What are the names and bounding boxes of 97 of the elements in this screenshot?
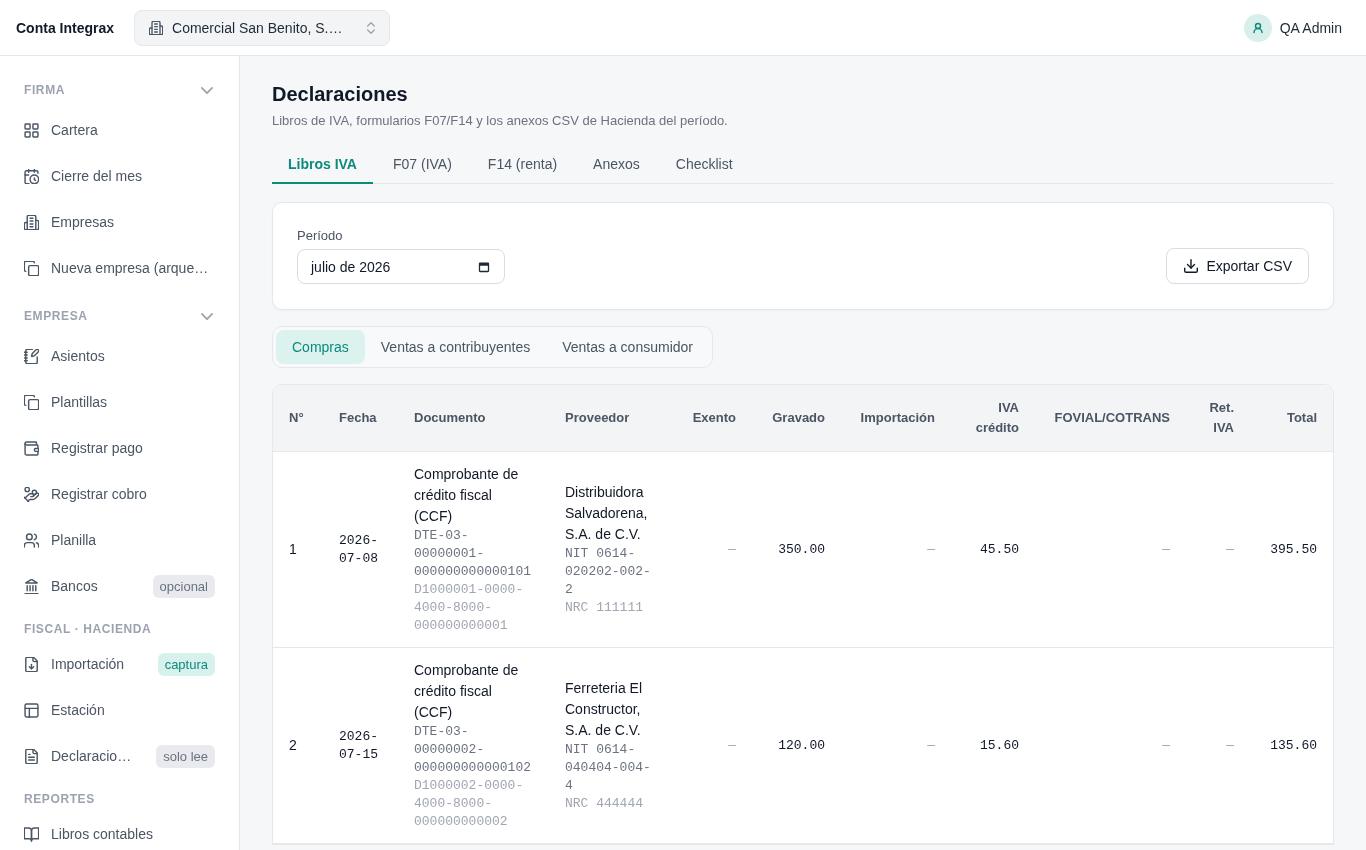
column-header: Documento bbox=[398, 385, 549, 452]
hand-coins-icon bbox=[24, 486, 39, 502]
tab[interactable]: F14 (renta) bbox=[471, 146, 574, 184]
column-header: Importación bbox=[841, 385, 951, 452]
cell-title: Comprobante de crédito fiscal (CCF) bbox=[414, 661, 520, 722]
table-cell: — bbox=[1035, 451, 1186, 648]
table-cell: 350.00 bbox=[752, 451, 841, 648]
book-icon bbox=[24, 826, 39, 842]
item-badge: captura bbox=[157, 652, 215, 676]
layout-icon bbox=[24, 702, 39, 718]
user-avatar-icon bbox=[1243, 13, 1272, 42]
table-cell: — bbox=[673, 451, 752, 648]
column-header: Fecha bbox=[323, 385, 398, 452]
page-title: Declaraciones bbox=[272, 82, 408, 107]
calendar-icon bbox=[478, 260, 490, 273]
cell-title: Ferreteria El Constructor, S.A. de C.V. bbox=[565, 679, 644, 740]
segment-tab[interactable]: Compras bbox=[276, 330, 365, 364]
table-cell: 135.60 bbox=[1250, 647, 1333, 844]
sidebar-item[interactable]: Asientos bbox=[12, 336, 227, 376]
page-subtitle: Libros de IVA, formularios F07/F14 y los anexos CSV de Hacienda del período. bbox=[272, 112, 728, 130]
building-icon bbox=[149, 20, 163, 35]
export-csv-button[interactable]: Exportar CSV bbox=[1166, 248, 1309, 284]
table-cell: 2026-07-08 bbox=[323, 451, 398, 648]
sidebar-item[interactable]: Declaracio… solo lee bbox=[12, 736, 227, 776]
segment-tab[interactable]: Ventas a consumidor bbox=[546, 330, 709, 364]
item-badge: opcional bbox=[152, 574, 215, 598]
table-cell: 2 bbox=[273, 647, 323, 844]
table-cell: — bbox=[841, 451, 951, 648]
chevrons-up-down-icon bbox=[367, 21, 375, 34]
section-label: REPORTES bbox=[24, 791, 95, 808]
cell-detail: DTE-03-00000002-000000000000102 bbox=[414, 723, 533, 777]
sidebar-item[interactable]: Nueva empresa (arque… bbox=[12, 248, 227, 288]
sidebar-item[interactable]: Plantillas bbox=[12, 382, 227, 422]
section-label: FISCAL · HACIENDA bbox=[24, 621, 152, 638]
column-header: Gravado bbox=[752, 385, 841, 452]
cell-detail: D1000001-0000-4000-8000-000000000001 bbox=[414, 581, 525, 635]
copy-icon bbox=[24, 260, 39, 276]
column-header: IVA crédito bbox=[951, 385, 1035, 452]
sidebar-item[interactable]: Registrar cobro bbox=[12, 474, 227, 514]
table-cell: 45.50 bbox=[951, 451, 1035, 648]
sidebar-item[interactable]: Bancos opcional bbox=[12, 566, 227, 606]
table-cell: 395.50 bbox=[1250, 451, 1333, 648]
building-icon bbox=[24, 214, 39, 230]
table-cell: — bbox=[1186, 647, 1250, 844]
tab[interactable]: F07 (IVA) bbox=[376, 146, 468, 184]
app-name: Conta Integrax bbox=[16, 19, 114, 36]
company-selector[interactable]: Comercial San Benito, S.… bbox=[134, 9, 390, 46]
file-download-icon bbox=[24, 656, 39, 672]
table-cell: 15.60 bbox=[951, 647, 1035, 844]
grid-icon bbox=[24, 122, 39, 138]
table-cell: — bbox=[673, 647, 752, 844]
download-icon bbox=[1184, 259, 1199, 273]
column-header: Ret. IVA bbox=[1186, 385, 1250, 452]
copy-icon bbox=[24, 394, 39, 410]
notebook-pen-icon bbox=[24, 348, 39, 364]
segment-tab[interactable]: Ventas a contribuyentes bbox=[364, 330, 547, 364]
item-badge: solo lee bbox=[156, 744, 215, 768]
sidebar-item[interactable]: Estación bbox=[12, 690, 227, 730]
column-header: Exento bbox=[673, 385, 752, 452]
tab[interactable]: Libros IVA bbox=[272, 146, 373, 184]
table-cell: 2026-07-15 bbox=[323, 647, 398, 844]
chevron-down-icon bbox=[201, 86, 213, 94]
table-cell: 120.00 bbox=[752, 647, 841, 844]
column-header: N° bbox=[273, 385, 323, 452]
column-header: FOVIAL/COTRANS bbox=[1035, 385, 1186, 452]
sidebar-item[interactable]: Cartera bbox=[12, 110, 227, 150]
date-field[interactable]: julio de 2026 bbox=[297, 249, 505, 284]
table-cell: 1 bbox=[273, 451, 323, 648]
cell-detail: NIT 0614-040404-004-4 bbox=[565, 741, 652, 795]
sidebar-item[interactable]: Importación captura bbox=[12, 644, 227, 684]
sidebar-item[interactable]: Empresas bbox=[12, 202, 227, 242]
chevron-down-icon bbox=[201, 312, 213, 320]
calendar-clock-icon bbox=[24, 168, 39, 184]
column-header: Total bbox=[1250, 385, 1333, 452]
tab[interactable]: Anexos bbox=[577, 146, 656, 184]
sidebar-item[interactable]: Planilla bbox=[12, 520, 227, 560]
document-icon bbox=[24, 748, 39, 764]
field-label: Período bbox=[297, 227, 343, 245]
bank-icon bbox=[24, 578, 39, 594]
cell-detail: NRC 444444 bbox=[565, 795, 644, 813]
cell-title: Comprobante de crédito fiscal (CCF) bbox=[414, 465, 520, 526]
tab[interactable]: Checklist bbox=[659, 146, 749, 184]
column-header: Proveedor bbox=[549, 385, 673, 452]
sidebar-item[interactable]: Registrar pago bbox=[12, 428, 227, 468]
table-cell: — bbox=[1186, 451, 1250, 648]
wallet-icon bbox=[24, 440, 39, 456]
users-icon bbox=[24, 532, 39, 548]
table-cell: — bbox=[1035, 647, 1186, 844]
cell-detail: D1000002-0000-4000-8000-000000000002 bbox=[414, 777, 525, 831]
cell-detail: NIT 0614-020202-002-2 bbox=[565, 545, 652, 599]
table-cell: — bbox=[841, 647, 951, 844]
cell-title: Distribuidora Salvadorena, S.A. de C.V. bbox=[565, 483, 649, 544]
cell-detail: NRC 111111 bbox=[565, 599, 644, 617]
sidebar-item[interactable]: Cierre del mes bbox=[12, 156, 227, 196]
user-menu[interactable]: QA Admin bbox=[1243, 13, 1342, 42]
sidebar-item[interactable]: Libros contables bbox=[12, 814, 227, 850]
cell-detail: DTE-03-00000001-000000000000101 bbox=[414, 527, 533, 581]
